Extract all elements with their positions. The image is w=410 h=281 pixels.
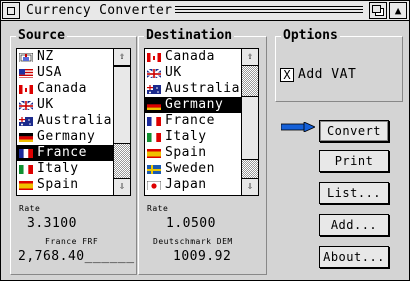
italy-flag-icon (147, 132, 161, 142)
source-list[interactable]: NZ USA Canada UK Australia Germany France Italy… (16, 48, 131, 196)
australia-flag-icon (147, 84, 161, 94)
about-button[interactable]: About... (319, 246, 389, 268)
destination-label: Destination (144, 28, 235, 43)
destination-rate-label: Rate (147, 204, 169, 213)
list-item-label: UK (165, 65, 182, 80)
list-item-label: USA (37, 65, 62, 80)
list-item-label: Australia (165, 81, 240, 96)
destination-amount-value: 1009.92 (173, 249, 232, 264)
currency-converter-window: Currency Converter ▲ Source NZ USA Canada U… (0, 0, 410, 281)
close-box-icon[interactable] (2, 2, 20, 19)
nz-flag-icon (19, 52, 33, 62)
germany-flag-icon (147, 100, 161, 110)
canada-flag-icon (147, 52, 161, 62)
france-flag-icon (19, 148, 33, 158)
source-rate-label: Rate (19, 204, 41, 213)
source-rate-value: 3.3100 (27, 216, 77, 231)
source-currency-label: France FRF (45, 237, 99, 246)
list-item-label: Italy (37, 161, 79, 176)
scroll-track[interactable] (114, 66, 130, 178)
destination-rate-value: 1.0500 (166, 216, 216, 231)
title-bar[interactable]: Currency Converter ▲ (1, 1, 409, 21)
destination-scrollbar[interactable]: ⇧ ⇩ (241, 49, 258, 195)
destination-list[interactable]: Canada UK Australia Germany France Italy Spain… (144, 48, 259, 196)
convert-button[interactable]: Convert (319, 120, 389, 142)
list-item-label: Germany (165, 97, 224, 112)
scroll-thumb[interactable] (114, 66, 130, 144)
source-scrollbar[interactable]: ⇧ ⇩ (113, 49, 130, 195)
australia-flag-icon (19, 116, 33, 126)
usa-flag-icon (19, 68, 33, 78)
list-button[interactable]: List... (319, 182, 389, 204)
list-item-label: Canada (165, 49, 215, 64)
canada-flag-icon (19, 84, 33, 94)
right-arrow-icon (281, 122, 315, 132)
add-button[interactable]: Add... (319, 214, 389, 236)
back-window-icon[interactable] (369, 2, 387, 19)
source-label: Source (16, 28, 67, 43)
spain-flag-icon (19, 180, 33, 190)
list-item-label: Japan (165, 177, 207, 192)
list-item-label: NZ (37, 49, 54, 64)
scroll-down-arrow-icon[interactable]: ⇩ (114, 178, 130, 195)
scroll-down-arrow-icon[interactable]: ⇩ (242, 178, 258, 195)
options-label: Options (281, 28, 340, 43)
list-item-label: Sweden (165, 161, 215, 176)
uk-flag-icon (147, 68, 161, 78)
list-item-label: Italy (165, 129, 207, 144)
uk-flag-icon (19, 100, 33, 110)
list-item-label: Germany (37, 129, 96, 144)
destination-currency-label: Deutschmark DEM (153, 237, 233, 246)
list-item-label: France (37, 145, 87, 160)
print-button[interactable]: Print (319, 150, 389, 172)
scroll-up-arrow-icon[interactable]: ⇧ (242, 49, 258, 66)
list-item-label: Australia (37, 113, 112, 128)
add-vat-checkbox[interactable]: X (280, 68, 294, 82)
sweden-flag-icon (147, 164, 161, 174)
italy-flag-icon (19, 164, 33, 174)
scroll-thumb[interactable] (242, 96, 258, 160)
list-item-label: France (165, 113, 215, 128)
list-item-label: Canada (37, 81, 87, 96)
window-title: Currency Converter (23, 2, 176, 19)
france-flag-icon (147, 116, 161, 126)
scroll-track[interactable] (242, 66, 258, 178)
source-amount-input[interactable]: 2,768.40______ (18, 249, 135, 264)
zoom-triangle-icon[interactable]: ▲ (389, 2, 407, 19)
scroll-up-arrow-icon[interactable]: ⇧ (114, 49, 130, 66)
spain-flag-icon (147, 148, 161, 158)
list-item-label: Spain (37, 177, 79, 192)
germany-flag-icon (19, 132, 33, 142)
japan-flag-icon (147, 180, 161, 190)
add-vat-label[interactable]: Add VAT (298, 67, 356, 82)
list-item-label: Spain (165, 145, 207, 160)
list-item-label: UK (37, 97, 54, 112)
